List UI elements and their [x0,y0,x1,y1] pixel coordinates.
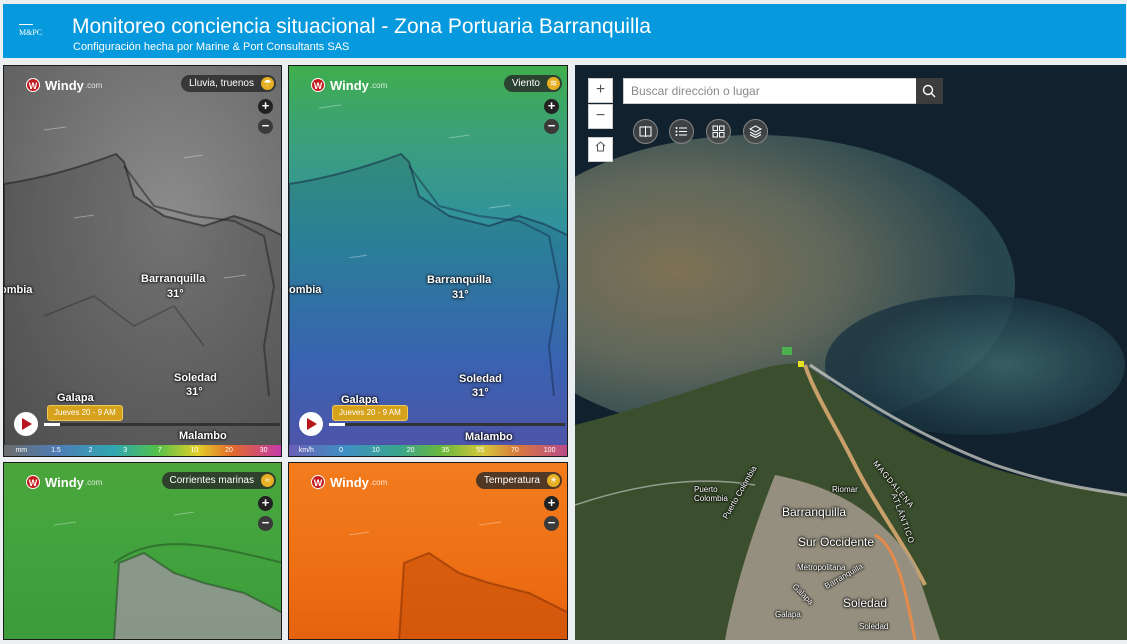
satellite-map[interactable]: + − Buscar dirección o lugar Puerto Colo… [575,65,1127,640]
timeline-slider[interactable] [44,423,280,426]
list-icon [675,127,687,136]
home-button[interactable] [588,137,613,162]
wave-icon: ≈ [261,474,274,487]
city-label-barranquilla: Barranquilla [427,274,492,286]
map-label-galapa: Galapa [775,610,801,619]
city-label-colombia: ombia [289,284,322,296]
temp-label-barranquilla: 31° [167,288,184,300]
windy-logo[interactable]: W Windy .com [311,76,387,94]
play-button[interactable] [14,412,38,436]
map-label-sur-occidente: Sur Occidente [798,535,875,549]
swipe-tool-button[interactable] [633,119,658,144]
grid-icon [712,125,725,138]
page-subtitle: Configuración hecha por Marine & Port Co… [73,41,350,53]
wind-color-scale: km/h 0 10 20 35 55 70 100 [289,445,567,456]
map-label-soledad: Soledad [843,596,888,610]
layer-list-button[interactable] [743,119,768,144]
city-label-malambo: Malambo [465,431,513,443]
windy-currents-panel[interactable]: W Windy .com Corrientes marinas ≈ + − [3,462,282,640]
map-road-label-soledad: Soledad [859,622,889,631]
city-label-soledad: Soledad [174,372,217,384]
layer-selector-wind[interactable]: Viento ≋ [503,75,562,92]
zoom-out-button[interactable]: − [544,516,559,531]
search-input[interactable]: Buscar dirección o lugar [623,78,917,104]
map-label-riomar: Riomar [832,485,858,494]
map-label-metropolitana: Metropolitana [797,563,846,572]
city-label-soledad: Soledad [459,373,502,385]
windy-rain-panel[interactable]: W Windy .com Lluvia, truenos ☂ + − ombia Ba… [3,65,282,457]
map-zoom-in-button[interactable]: + [588,78,613,103]
zoom-out-button[interactable]: − [258,516,273,531]
windy-logo-icon: W [26,475,40,489]
windy-logo[interactable]: W Windy .com [311,473,387,491]
zoom-out-button[interactable]: − [544,119,559,134]
temp-label-soledad: 31° [472,387,489,399]
company-logo: M&PC [19,23,59,41]
rain-color-scale: mm 1.5 2 3 7 10 20 30 [4,445,281,456]
zoom-in-button[interactable]: + [258,496,273,511]
app-header: M&PC Monitoreo conciencia situacional - … [3,4,1126,58]
map-label-barranquilla: Barranquilla [782,505,847,519]
windy-logo[interactable]: W Windy .com [26,76,102,94]
windy-wind-panel[interactable]: W Windy .com Viento ≋ + − ombia Barranquill… [288,65,568,457]
layers-icon [749,125,762,138]
map-label-puerto-colombia: Puerto Colombia [694,485,728,503]
page-title: Monitoreo conciencia situacional - Zona … [72,15,651,38]
coastline-overlay [289,152,567,456]
windy-logo-icon: W [311,78,325,92]
layer-selector-rain[interactable]: Lluvia, truenos ☂ [180,75,276,92]
timeline-slider[interactable] [329,423,565,426]
cloud-rain-icon: ☂ [261,77,274,90]
coastline-overlay [4,152,281,456]
time-indicator[interactable]: Jueves 20 - 9 AM [47,405,123,421]
city-label-galapa: Galapa [57,392,94,404]
zoom-out-button[interactable]: − [258,119,273,134]
layer-selector-currents[interactable]: Corrientes marinas ≈ [161,472,276,489]
temp-label-barranquilla: 31° [452,289,469,301]
swipe-icon [639,126,652,137]
legend-button[interactable] [669,119,694,144]
zoom-in-button[interactable]: + [258,99,273,114]
satellite-imagery [575,65,1127,640]
home-icon [595,141,606,152]
thermometer-icon: ☀ [547,474,560,487]
windy-logo[interactable]: W Windy .com [26,473,102,491]
play-button[interactable] [299,412,323,436]
temp-label-soledad: 31° [186,386,203,398]
wind-icon: ≋ [547,77,560,90]
search-button[interactable] [916,78,943,104]
windy-logo-icon: W [26,78,40,92]
city-label-barranquilla: Barranquilla [141,273,206,285]
windy-temperature-panel[interactable]: W Windy .com Temperatura ☀ + − [288,462,568,640]
basemap-gallery-button[interactable] [706,119,731,144]
search-icon [922,84,936,98]
map-zoom-out-button[interactable]: − [588,104,613,129]
city-label-colombia: ombia [3,284,33,296]
city-label-malambo: Malambo [179,430,227,442]
time-indicator[interactable]: Jueves 20 - 9 AM [332,405,408,421]
windy-logo-icon: W [311,475,325,489]
zoom-in-button[interactable]: + [544,99,559,114]
zoom-in-button[interactable]: + [544,496,559,511]
layer-selector-temperature[interactable]: Temperatura ☀ [475,472,562,489]
